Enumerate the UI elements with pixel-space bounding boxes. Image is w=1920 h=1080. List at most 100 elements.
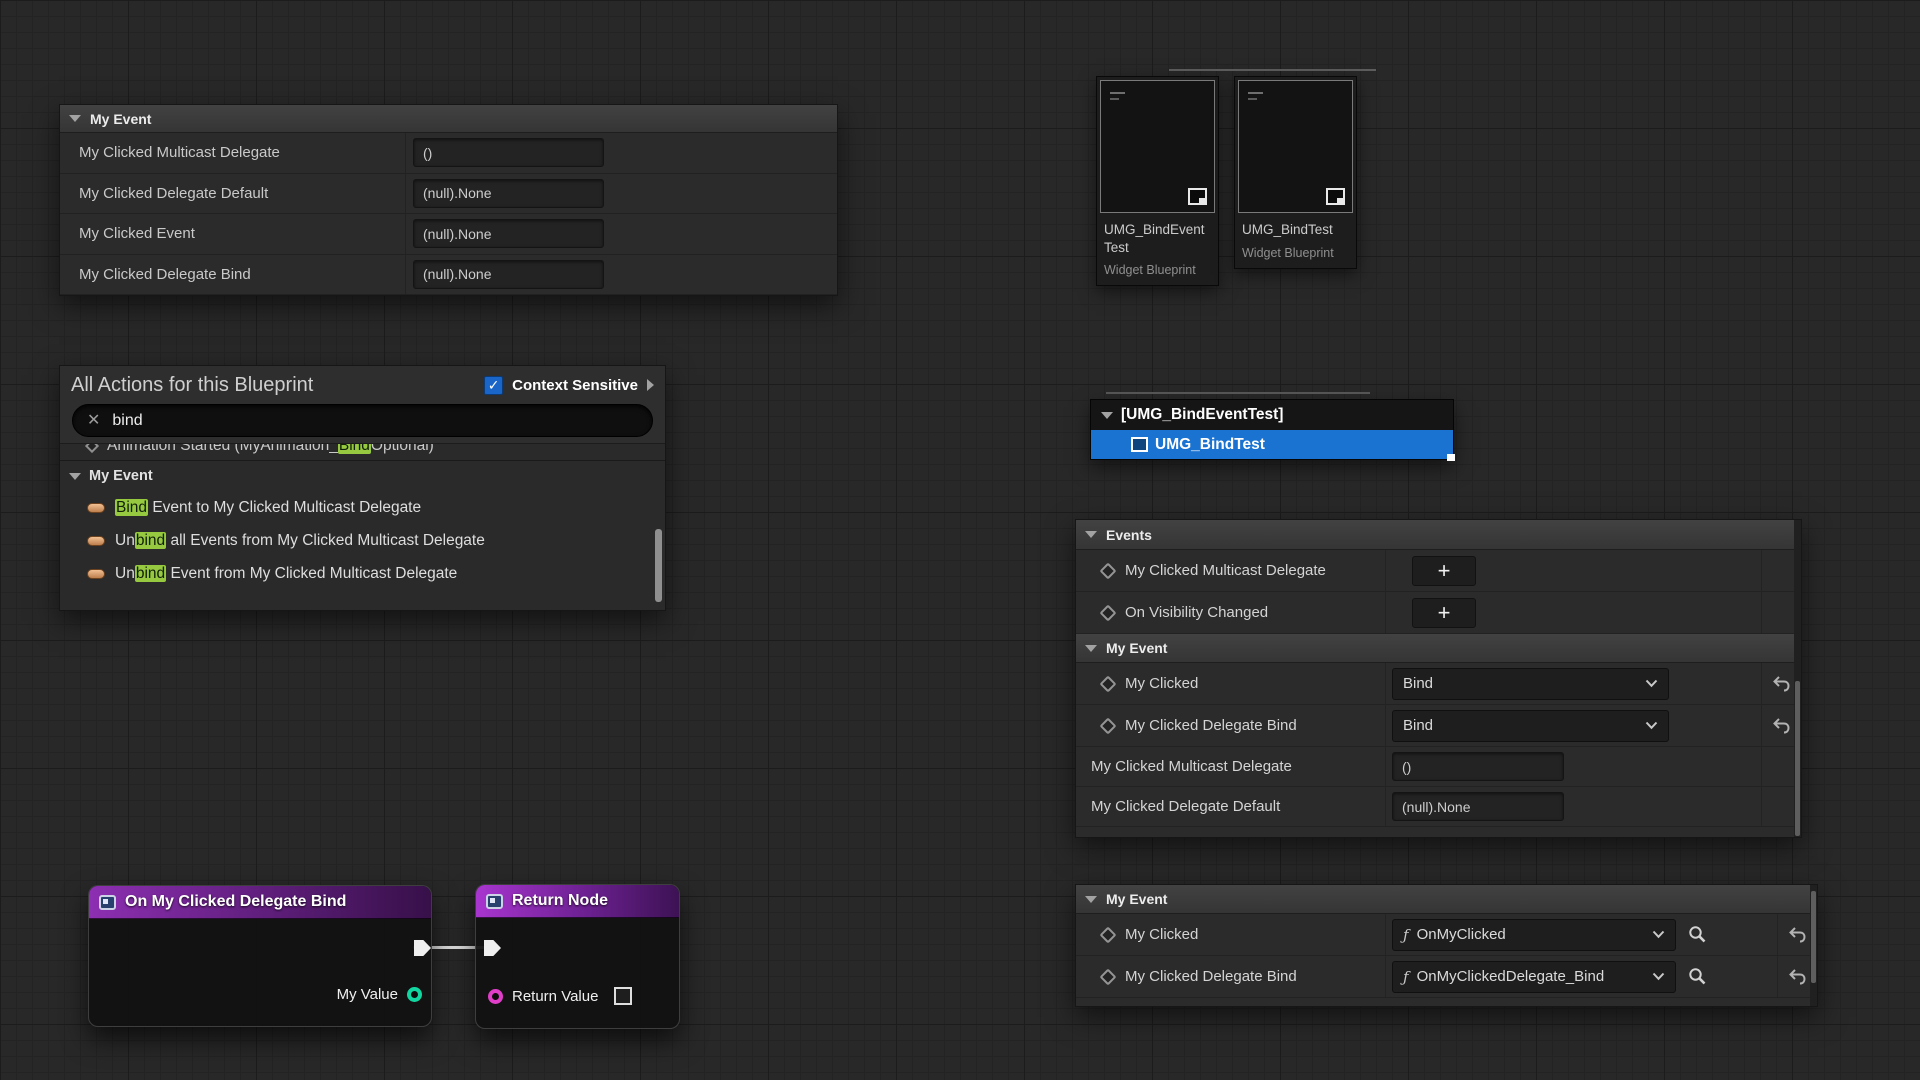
property-value-field[interactable]: (null).None — [413, 219, 604, 248]
actions-result-list: Animation Started (MyAnimation_BindOptio… — [60, 443, 665, 610]
exec-output-pin[interactable] — [414, 940, 431, 956]
node-title: On My Clicked Delegate Bind — [125, 893, 346, 911]
context-sensitive-label: Context Sensitive — [512, 377, 638, 394]
chevron-down-icon — [1645, 721, 1658, 730]
asset-name: UMG_BindEventTest — [1104, 221, 1211, 256]
action-label: Unbind Event from My Clicked Multicast D… — [115, 565, 457, 583]
pin-label: Return Value — [512, 988, 598, 1005]
event-pin-icon — [1100, 675, 1117, 692]
collapse-triangle-icon — [1085, 531, 1097, 538]
add-event-button[interactable]: + — [1412, 598, 1476, 628]
node-on-my-clicked-delegate-bind[interactable]: On My Clicked Delegate Bind My Value — [88, 885, 432, 1027]
node-return-node[interactable]: Return Node Return Value — [475, 884, 680, 1029]
blueprint-graph-canvas[interactable]: My Event My Clicked Multicast Delegate (… — [0, 0, 1920, 1080]
scrollbar-thumb[interactable] — [1795, 681, 1800, 836]
search-text: bind — [112, 412, 142, 430]
property-label: My Clicked Delegate Bind — [60, 255, 405, 295]
property-label: My Clicked Delegate Bind — [1125, 717, 1297, 734]
delegate-bind-row: My Clicked Delegate Bind Bind — [1076, 705, 1801, 747]
asset-thumbnail — [1238, 80, 1353, 213]
asset-thumbnail — [1100, 80, 1215, 213]
hierarchy-root-label: [UMG_BindEventTest] — [1121, 406, 1283, 424]
asset-card-umg-bindeventtest[interactable]: UMG_BindEventTest Widget Blueprint — [1096, 76, 1219, 286]
action-list-item[interactable]: Bind Event to My Clicked Multicast Deleg… — [60, 491, 665, 524]
scrollbar-thumb[interactable] — [655, 529, 662, 602]
context-sensitive-checkbox[interactable]: ✓ — [484, 376, 503, 395]
category-label: My Event — [1106, 891, 1167, 907]
hierarchy-selected-item[interactable]: UMG_BindTest — [1091, 430, 1453, 459]
pin-label: My Value — [337, 986, 398, 1003]
hierarchy-root-item[interactable]: [UMG_BindEventTest] — [1091, 400, 1453, 430]
expand-arrow-icon[interactable] — [647, 379, 654, 391]
category-header-my-event[interactable]: My Event — [1076, 885, 1817, 914]
bind-dropdown[interactable]: Bind — [1392, 710, 1669, 742]
action-list-item[interactable]: Unbind Event from My Clicked Multicast D… — [60, 557, 665, 590]
category-header-my-event[interactable]: My Event — [60, 105, 837, 133]
function-select-dropdown[interactable]: ƒ OnMyClicked — [1392, 919, 1676, 951]
chevron-down-icon — [1645, 679, 1658, 688]
scrollbar[interactable] — [1810, 885, 1817, 1006]
property-label: My Clicked Multicast Delegate — [1091, 758, 1292, 775]
bool-input-pin[interactable] — [488, 989, 503, 1004]
bind-dropdown[interactable]: Bind — [1392, 668, 1669, 700]
reset-to-default-button[interactable] — [1788, 926, 1807, 943]
event-label: On Visibility Changed — [1125, 604, 1268, 621]
node-header[interactable]: On My Clicked Delegate Bind — [89, 886, 431, 919]
hierarchy-item-label: UMG_BindTest — [1155, 436, 1265, 454]
scrollbar-thumb[interactable] — [1811, 891, 1816, 983]
node-header[interactable]: Return Node — [476, 885, 679, 918]
chevron-down-icon — [1652, 972, 1665, 981]
property-value-field[interactable]: () — [413, 138, 604, 167]
event-pin-icon — [1100, 968, 1117, 985]
category-header-events[interactable]: Events — [1076, 520, 1801, 550]
bool-default-checkbox[interactable] — [614, 987, 632, 1005]
collapse-triangle-icon — [69, 115, 81, 122]
reset-to-default-button[interactable] — [1772, 675, 1791, 692]
widget-blueprint-icon — [1326, 188, 1345, 205]
collapse-triangle-icon — [69, 473, 81, 480]
event-node-icon — [99, 895, 116, 910]
property-value-field[interactable]: () — [1392, 752, 1564, 781]
reset-to-default-button[interactable] — [1772, 717, 1791, 734]
action-list-item[interactable]: Unbind all Events from My Clicked Multic… — [60, 524, 665, 557]
add-event-button[interactable]: + — [1412, 556, 1476, 586]
clear-search-icon[interactable]: ✕ — [87, 413, 100, 429]
property-value-field[interactable]: (null).None — [413, 260, 604, 289]
window-edge-line — [1106, 392, 1370, 394]
function-icon: ƒ — [1403, 968, 1409, 986]
node-title: Return Node — [512, 892, 608, 910]
category-label: My Event — [90, 111, 151, 127]
category-label: My Event — [89, 468, 153, 484]
actions-title-bar: All Actions for this Blueprint ✓ Context… — [60, 366, 665, 404]
details-panel-events: Events My Clicked Multicast Delegate + O… — [1075, 519, 1802, 838]
bool-output-pin[interactable] — [407, 987, 422, 1002]
property-value-field[interactable]: (null).None — [413, 179, 604, 208]
action-label: Unbind all Events from My Clicked Multic… — [115, 532, 485, 550]
asset-card-umg-bindtest[interactable]: UMG_BindTest Widget Blueprint — [1234, 76, 1357, 269]
action-label: Bind Event to My Clicked Multicast Deleg… — [115, 499, 421, 517]
property-label: My Clicked Delegate Default — [1091, 798, 1280, 815]
event-row: My Clicked Multicast Delegate + — [1076, 550, 1801, 592]
property-label: My Clicked Delegate Default — [60, 174, 405, 214]
delegate-icon — [87, 569, 105, 579]
event-pin-icon — [1100, 562, 1117, 579]
details-row: My Clicked Multicast Delegate () — [60, 133, 837, 174]
asset-type: Widget Blueprint — [1242, 246, 1349, 260]
function-select-dropdown[interactable]: ƒ OnMyClickedDelegate_Bind — [1392, 961, 1676, 993]
property-value-field[interactable]: (null).None — [1392, 792, 1564, 821]
collapse-triangle-icon — [1101, 412, 1113, 419]
property-label: My Clicked Event — [60, 214, 405, 254]
chevron-down-icon — [1652, 930, 1665, 939]
clipped-list-item[interactable]: Animation Started (MyAnimation_BindOptio… — [60, 444, 665, 461]
actions-category-my-event[interactable]: My Event — [60, 461, 665, 491]
browse-to-function-button[interactable] — [1688, 967, 1707, 986]
reset-to-default-button[interactable] — [1788, 968, 1807, 985]
delegate-bind-row: My Clicked Bind — [1076, 663, 1801, 705]
actions-search-input[interactable]: ✕ bind — [72, 404, 653, 437]
category-header-my-event[interactable]: My Event — [1076, 634, 1801, 663]
widget-hierarchy: [UMG_BindEventTest] UMG_BindTest — [1090, 399, 1454, 460]
details-row: My Clicked Delegate Default (null).None — [1076, 787, 1801, 827]
scrollbar[interactable] — [1794, 520, 1801, 837]
browse-to-function-button[interactable] — [1688, 925, 1707, 944]
exec-input-pin[interactable] — [484, 940, 501, 956]
